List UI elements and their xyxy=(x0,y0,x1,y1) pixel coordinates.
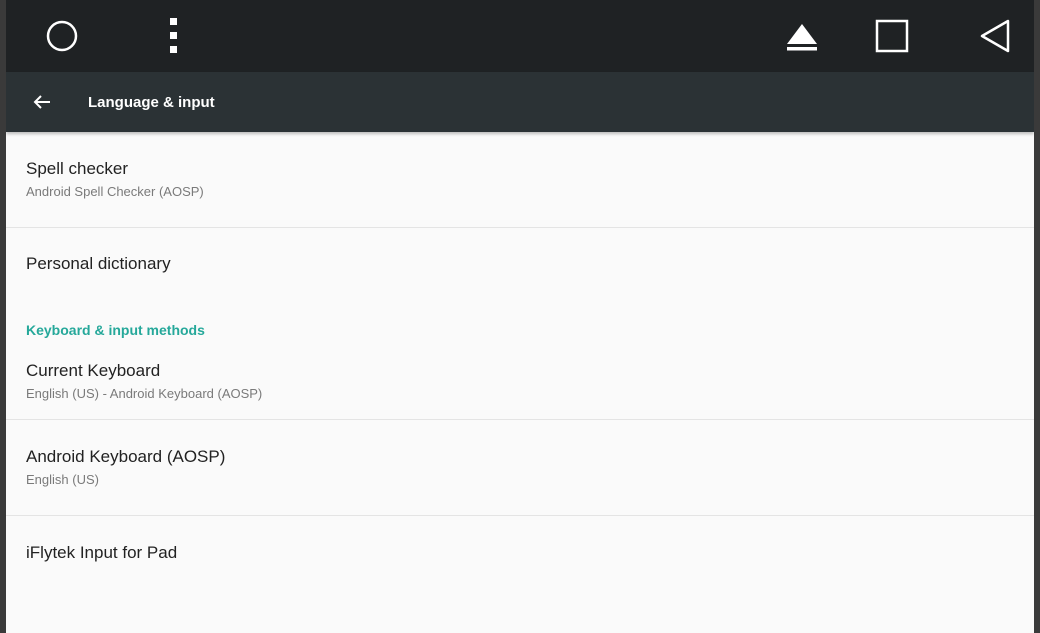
page-title: Language & input xyxy=(88,93,215,111)
setting-summary: Android Spell Checker (AOSP) xyxy=(26,184,204,199)
eject-button[interactable] xyxy=(774,0,830,72)
back-nav-button[interactable] xyxy=(966,0,1022,72)
setting-summary: English (US) xyxy=(26,472,99,487)
menu-dots-icon xyxy=(170,18,177,53)
setting-personal-dictionary[interactable]: Personal dictionary xyxy=(6,228,1034,300)
setting-spell-checker[interactable]: Spell checker Android Spell Checker (AOS… xyxy=(6,132,1034,228)
setting-iflytek-input[interactable]: iFlytek Input for Pad xyxy=(6,516,1034,590)
screen: Language & input Spell checker Android S… xyxy=(0,0,1040,633)
back-triangle-icon xyxy=(980,19,1010,53)
setting-title: Spell checker xyxy=(26,159,129,178)
setting-summary: English (US) - Android Keyboard (AOSP) xyxy=(26,386,263,401)
setting-android-keyboard[interactable]: Android Keyboard (AOSP) English (US) xyxy=(6,420,1034,516)
eject-icon xyxy=(787,24,817,51)
menu-button[interactable] xyxy=(152,0,196,72)
setting-title: Personal dictionary xyxy=(26,254,171,273)
setting-title: Current Keyboard xyxy=(26,361,161,380)
app-bar: Language & input xyxy=(6,72,1034,132)
home-circle-icon xyxy=(46,20,78,52)
settings-list: Spell checker Android Spell Checker (AOS… xyxy=(6,132,1034,590)
arrow-left-icon xyxy=(33,95,50,109)
recents-button[interactable] xyxy=(864,0,920,72)
recents-square-icon xyxy=(875,19,909,53)
category-header-keyboard: Keyboard & input methods xyxy=(26,322,205,338)
home-button[interactable] xyxy=(34,0,90,72)
up-button[interactable] xyxy=(24,84,60,120)
system-nav-bar xyxy=(6,0,1034,72)
setting-title: Android Keyboard (AOSP) xyxy=(26,447,226,466)
setting-current-keyboard[interactable]: Current Keyboard English (US) - Android … xyxy=(6,344,1034,420)
setting-title: iFlytek Input for Pad xyxy=(26,543,178,562)
